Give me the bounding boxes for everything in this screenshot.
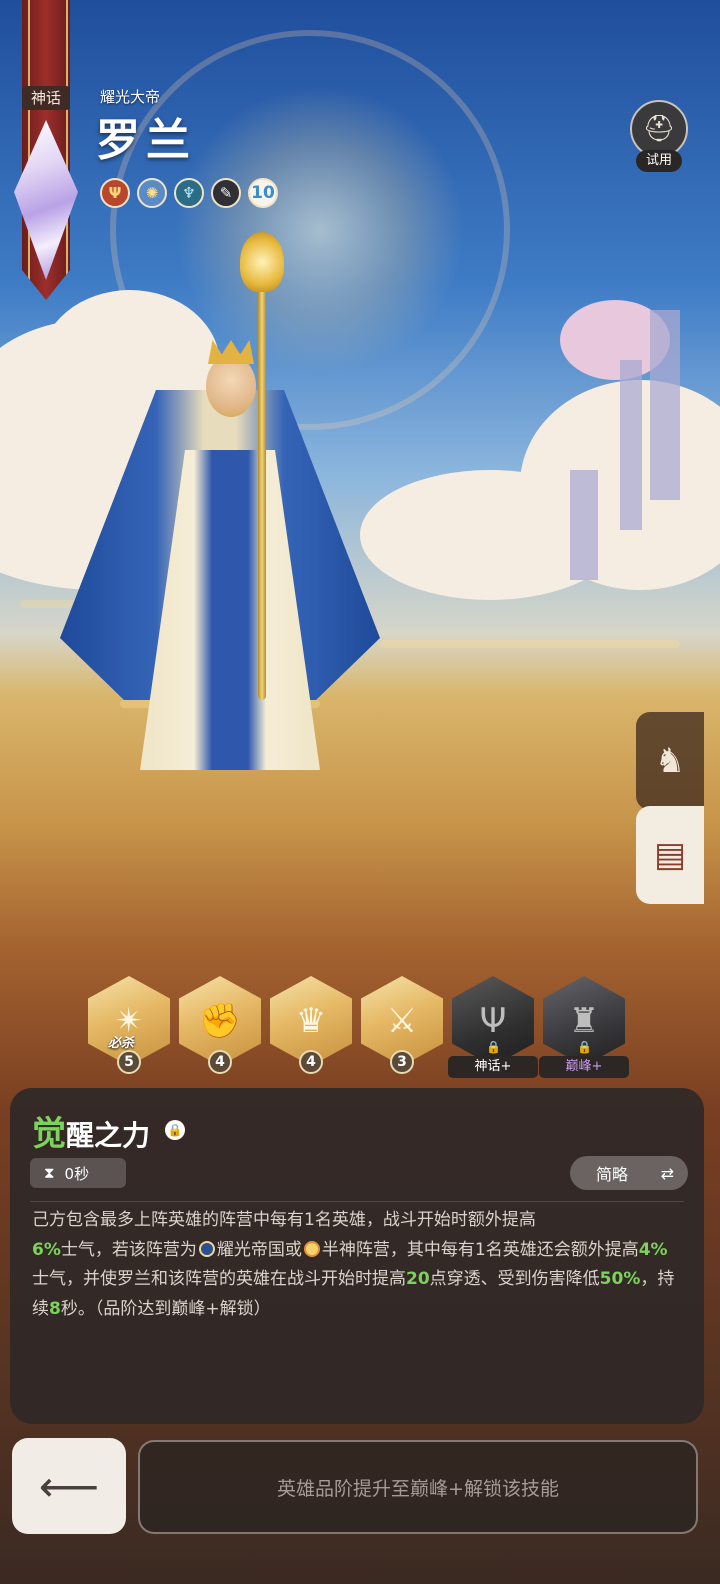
- view-mode-toggle[interactable]: 简略 ⇄: [570, 1156, 688, 1190]
- skill-description: 己方包含最多上阵英雄的阵营中每有1名英雄，战斗开始时额外提高 6%士气，若该阵营为…: [32, 1206, 682, 1324]
- desc-text: 点穿透、受到伤害降低: [429, 1269, 600, 1289]
- desc-text: 士气，若该阵营为: [60, 1239, 197, 1260]
- lock-requirement: 神话+: [448, 1056, 538, 1078]
- lock-icon: 🔒: [486, 1040, 501, 1054]
- scroll-icon: ▤: [653, 835, 687, 875]
- hero-head: [206, 355, 256, 417]
- desc-value: 6%: [32, 1239, 61, 1260]
- skill-level: 5: [117, 1050, 141, 1074]
- back-arrow-icon: ⟵: [38, 1461, 100, 1511]
- skill-level: 3: [390, 1050, 414, 1074]
- desc-value: 50%: [599, 1269, 641, 1289]
- skill-title-rest: 醒之力: [66, 1119, 151, 1152]
- desc-value: 4%: [638, 1239, 668, 1260]
- skill-slot-3[interactable]: ♛ 4: [270, 976, 352, 1074]
- castle-tower: [650, 310, 680, 500]
- desc-value: 20: [406, 1269, 430, 1289]
- cooldown-badge: ⧗ 0秒: [30, 1158, 126, 1188]
- skill-level: 4: [299, 1050, 323, 1074]
- cooldown-value: 0秒: [64, 1164, 90, 1183]
- trial-label: 试用: [636, 150, 682, 172]
- weapon-type-icon[interactable]: ✎: [211, 178, 241, 208]
- desc-value: 8: [49, 1298, 61, 1319]
- ultimate-tag: 必杀: [108, 1036, 135, 1051]
- skill-slot-2[interactable]: ✊ 4: [179, 976, 261, 1074]
- back-button[interactable]: ⟵: [12, 1438, 126, 1534]
- scroll-tab[interactable]: ▤: [636, 806, 704, 904]
- hero-crown: [208, 340, 254, 364]
- desc-text: ，其中每有1名英雄还会额外提高: [389, 1239, 639, 1260]
- desc-text: 士气，并使罗兰和该阵营的英雄在战斗开始时提高: [32, 1269, 406, 1289]
- trial-button[interactable]: ⛑ 试用: [630, 100, 688, 172]
- level-badge[interactable]: 10: [248, 178, 278, 208]
- radiant-empire-icon: [198, 1240, 215, 1257]
- trident-faction-icon[interactable]: Ψ: [100, 178, 130, 208]
- skill-slot-5-locked[interactable]: Ψ 🔒 神话+: [448, 976, 538, 1078]
- castle-tower: [620, 360, 642, 530]
- skill-row: ✴ 必杀 5 ✊ 4 ♛ 4 ⚔ 3 Ψ 🔒 神话+ ♜ 🔒 巅峰+: [88, 970, 638, 1086]
- skill-title: 觉醒之力: [32, 1106, 150, 1155]
- desc-text: 秒。（品阶达到巅峰+解锁）: [60, 1298, 271, 1319]
- skill-title-first-char: 觉: [32, 1114, 66, 1154]
- castle-tower: [570, 470, 598, 580]
- lock-requirement: 巅峰+: [539, 1056, 629, 1078]
- lock-icon: 🔒: [165, 1120, 185, 1140]
- skill-detail-panel: 觉醒之力 🔒 ⧗ 0秒 简略 ⇄ 己方包含最多上阵英雄的阵营中每有1名英雄，战斗…: [10, 1088, 704, 1424]
- skill-slot-1[interactable]: ✴ 必杀 5: [88, 976, 170, 1074]
- hourglass-icon: ⧗: [44, 1164, 55, 1182]
- sun-faction-icon[interactable]: ✺: [137, 178, 167, 208]
- desc-faction: 半神阵营: [321, 1239, 390, 1260]
- view-mode-label: 简略: [596, 1165, 629, 1184]
- helmet-icon: ♞: [654, 741, 686, 781]
- skill-slot-4[interactable]: ⚔ 3: [361, 976, 443, 1074]
- hero-badges: Ψ ✺ ♆ ✎ 10: [100, 178, 278, 208]
- class-icon[interactable]: ♆: [174, 178, 204, 208]
- hero-staff: [258, 280, 266, 700]
- field-streak: [380, 640, 680, 648]
- skill-level: 4: [208, 1050, 232, 1074]
- desc-faction: 耀光帝国: [216, 1239, 285, 1260]
- swap-arrows-icon: ⇄: [660, 1163, 674, 1183]
- desc-text: 己方包含最多上阵英雄的阵营中每有1名英雄，战斗开始时额外提高: [32, 1210, 536, 1230]
- lock-icon: 🔒: [577, 1040, 592, 1054]
- unlock-skill-button[interactable]: 英雄品阶提升至巅峰+解锁该技能: [138, 1440, 698, 1534]
- helmet-tab[interactable]: ♞: [636, 712, 704, 810]
- demigod-faction-icon: [303, 1240, 320, 1257]
- skill-slot-6-selected[interactable]: ♜ 🔒 巅峰+: [537, 970, 631, 1078]
- divider: [30, 1201, 684, 1202]
- desc-text: 或: [284, 1239, 302, 1260]
- hero-name: 罗兰: [96, 115, 196, 166]
- hero-staff-crown: [240, 232, 284, 292]
- rarity-label: 神话: [22, 86, 70, 110]
